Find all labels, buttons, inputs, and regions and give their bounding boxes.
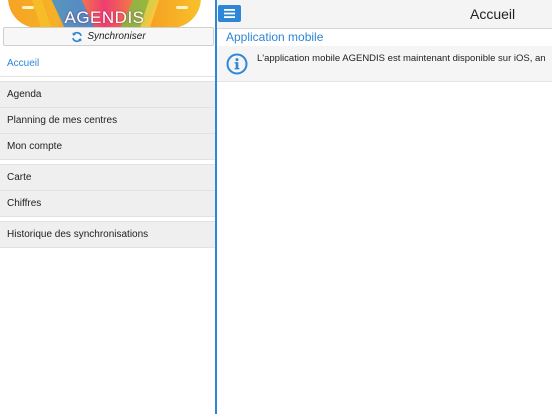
page-title: Accueil xyxy=(470,6,516,22)
sidebar: AGENDIS Synchroniser Accueil Agenda Plan… xyxy=(0,0,217,414)
agendis-logo: AGENDIS xyxy=(8,0,201,28)
logo-area: AGENDIS xyxy=(0,0,215,28)
sidebar-item-historique[interactable]: Historique des synchronisations xyxy=(0,222,215,248)
sidebar-item-chiffres[interactable]: Chiffres xyxy=(0,191,215,217)
info-message: L'application mobile AGENDIS est mainten… xyxy=(257,53,546,64)
section-title: Application mobile xyxy=(226,30,324,44)
synchronize-button[interactable]: Synchroniser xyxy=(3,27,214,46)
sidebar-item-carte[interactable]: Carte xyxy=(0,165,215,191)
info-circle-icon xyxy=(226,53,248,75)
hamburger-icon xyxy=(224,9,235,18)
sidebar-item-agenda[interactable]: Agenda xyxy=(0,82,215,108)
sync-icon xyxy=(72,31,83,42)
sidebar-item-accueil[interactable]: Accueil xyxy=(0,51,215,77)
info-notice[interactable]: L'application mobile AGENDIS est mainten… xyxy=(217,46,552,82)
logo-text: AGENDIS xyxy=(64,8,145,27)
page-header: Accueil xyxy=(217,0,552,29)
sync-label: Synchroniser xyxy=(87,31,146,42)
sidebar-item-planning[interactable]: Planning de mes centres xyxy=(0,108,215,134)
sidebar-item-mon-compte[interactable]: Mon compte xyxy=(0,134,215,160)
sidebar-nav: Accueil Agenda Planning de mes centres M… xyxy=(0,51,215,248)
menu-button[interactable] xyxy=(218,5,241,22)
